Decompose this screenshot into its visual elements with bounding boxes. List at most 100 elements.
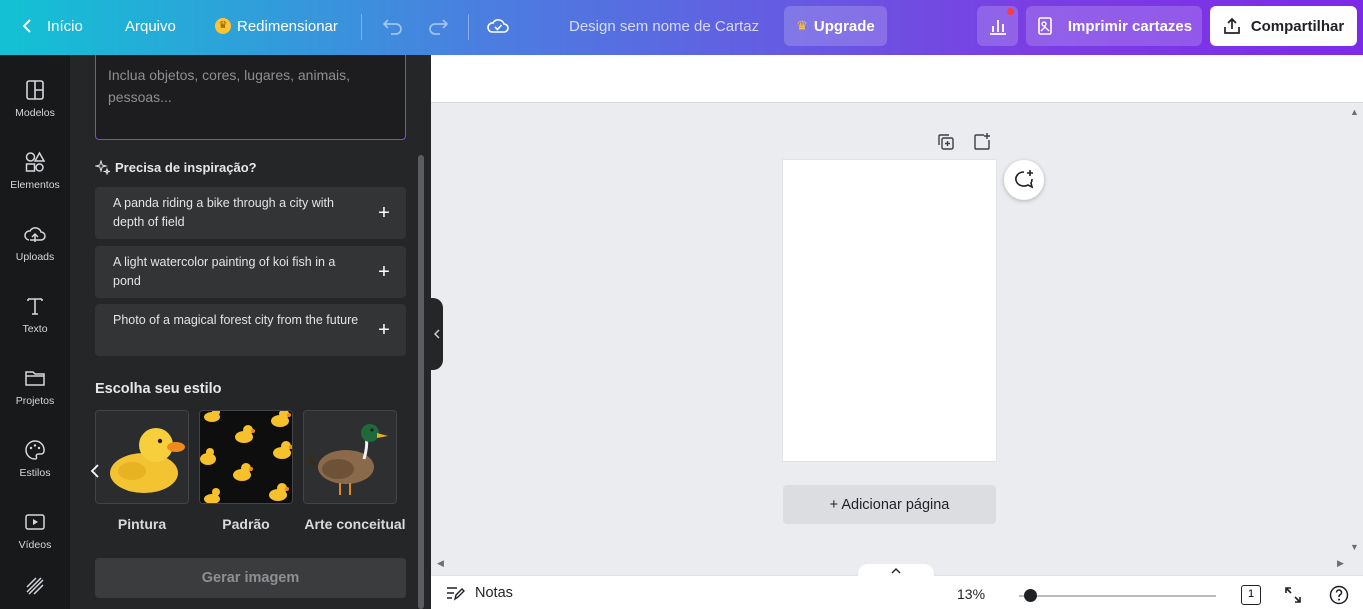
collapse-panel-button[interactable] <box>431 298 443 370</box>
style-heading: Escolha seu estilo <box>95 381 222 397</box>
folder-icon <box>25 371 45 386</box>
style-card-pattern[interactable] <box>199 410 293 504</box>
zoom-slider-handle[interactable] <box>1024 589 1037 602</box>
style-label: Pintura <box>117 516 167 532</box>
duplicate-icon <box>938 134 954 150</box>
fullscreen-button[interactable] <box>1283 585 1303 605</box>
add-icon[interactable]: + <box>374 262 394 282</box>
scroll-down-arrow[interactable]: ▼ <box>1350 542 1359 552</box>
undo-button[interactable] <box>382 0 404 52</box>
notes-label: Notas <box>475 585 513 601</box>
file-menu-button[interactable]: Arquivo <box>125 0 176 52</box>
scroll-up-arrow[interactable]: ▲ <box>1350 107 1359 117</box>
rail-label: Texto <box>22 323 48 335</box>
back-button[interactable]: Início <box>22 0 83 52</box>
inspiration-heading: Precisa de inspiração? <box>95 160 257 175</box>
fullscreen-icon <box>1285 587 1301 603</box>
insights-button[interactable] <box>977 6 1018 46</box>
suggestion-item[interactable]: A panda riding a bike through a city wit… <box>95 187 406 239</box>
rail-item-projetos[interactable]: Projetos <box>0 361 70 421</box>
generate-image-button[interactable]: Gerar imagem <box>95 558 406 598</box>
document-title[interactable]: Design sem nome de Cartaz <box>569 0 759 52</box>
style-card-concept-art[interactable] <box>303 410 397 504</box>
help-button[interactable] <box>1329 585 1349 605</box>
divider <box>468 14 469 40</box>
rail-item-uploads[interactable]: Uploads <box>0 217 70 277</box>
style-label: Padrão <box>222 516 270 532</box>
zoom-slider-track[interactable] <box>1019 595 1216 597</box>
style-card-painting[interactable] <box>95 410 189 504</box>
rail-label: Vídeos <box>18 539 52 551</box>
chevron-left-icon <box>434 329 440 339</box>
context-toolbar <box>431 55 1363 103</box>
add-icon[interactable]: + <box>374 203 394 223</box>
add-comment-button[interactable] <box>1004 160 1044 200</box>
suggestion-item[interactable]: A light watercolor painting of koi fish … <box>95 246 406 298</box>
panel-scrollbar[interactable] <box>418 155 424 609</box>
ai-image-panel: Inclua objetos, cores, lugares, animais,… <box>70 55 431 609</box>
inspiration-title: Precisa de inspiração? <box>115 160 257 175</box>
rail-label: Modelos <box>15 107 55 119</box>
page-count-button[interactable]: 1 <box>1241 585 1261 605</box>
crown-icon: ♛ <box>796 18 808 33</box>
design-page[interactable] <box>783 160 996 461</box>
chevron-up-icon <box>891 568 901 574</box>
rail-item-elementos[interactable]: Elementos <box>0 145 70 205</box>
prompt-placeholder: Inclua objetos, cores, lugares, animais,… <box>108 67 351 105</box>
redo-button[interactable] <box>427 0 449 52</box>
suggestion-text: A light watercolor painting of koi fish … <box>113 255 336 288</box>
duck-painting-thumbnail <box>96 411 188 503</box>
expand-pages-button[interactable] <box>858 564 934 578</box>
cloud-check-icon <box>487 19 509 33</box>
add-page-icon-button[interactable] <box>972 132 992 152</box>
notes-button[interactable]: Notas <box>445 584 513 602</box>
rail-label: Projetos <box>15 395 55 407</box>
print-posters-button[interactable]: Imprimir cartazes <box>1026 6 1202 46</box>
chevron-left-icon <box>90 464 99 478</box>
back-label: Início <box>47 17 83 35</box>
notes-icon <box>447 587 465 601</box>
upgrade-button[interactable]: ♛ Upgrade <box>784 6 887 46</box>
rail-item-texto[interactable]: Texto <box>0 289 70 349</box>
notification-dot <box>1007 8 1014 15</box>
prompt-input[interactable]: Inclua objetos, cores, lugares, animais,… <box>95 55 406 140</box>
redo-icon <box>429 19 449 35</box>
share-button[interactable]: Compartilhar <box>1210 6 1357 46</box>
palette-icon <box>25 440 45 460</box>
suggestion-item[interactable]: Photo of a magical forest city from the … <box>95 304 406 356</box>
duplicate-page-button[interactable] <box>936 132 956 152</box>
sparkle-icon <box>95 160 110 175</box>
scroll-left-arrow[interactable]: ◀ <box>437 558 444 569</box>
undo-icon <box>382 19 402 35</box>
mallard-thumbnail <box>304 411 396 503</box>
add-page-icon <box>974 133 990 150</box>
resize-button[interactable]: ♛ Redimensionar <box>215 0 338 52</box>
chevron-left-icon <box>22 19 31 33</box>
rail-item-more[interactable] <box>0 569 70 609</box>
rail-item-estilos[interactable]: Estilos <box>0 433 70 493</box>
divider <box>361 14 362 40</box>
layout-icon <box>26 80 44 100</box>
suggestion-text: A panda riding a bike through a city wit… <box>113 196 334 229</box>
bottom-bar: Notas 13% 1 <box>431 564 1363 609</box>
help-icon <box>1329 585 1349 605</box>
share-label: Compartilhar <box>1250 17 1345 35</box>
scroll-right-arrow[interactable]: ▶ <box>1337 558 1344 569</box>
video-icon <box>25 514 45 530</box>
zoom-level[interactable]: 13% <box>957 586 985 602</box>
add-page-button[interactable]: + Adicionar página <box>783 485 996 524</box>
rail-item-modelos[interactable]: Modelos <box>0 73 70 133</box>
text-icon <box>27 298 43 315</box>
add-icon[interactable]: + <box>374 320 394 340</box>
rail-item-videos[interactable]: Vídeos <box>0 505 70 565</box>
cloud-upload-icon <box>24 227 46 242</box>
upgrade-label: Upgrade <box>813 17 875 35</box>
print-product-icon <box>1038 17 1052 35</box>
duck-pattern-thumbnail <box>200 411 292 503</box>
carousel-prev-button[interactable] <box>90 460 106 484</box>
bar-chart-icon <box>989 20 1006 35</box>
resize-label: Redimensionar <box>237 17 338 35</box>
suggestion-text: Photo of a magical forest city from the … <box>113 313 359 327</box>
rail-label: Uploads <box>15 251 55 263</box>
save-status-button[interactable] <box>486 0 510 52</box>
